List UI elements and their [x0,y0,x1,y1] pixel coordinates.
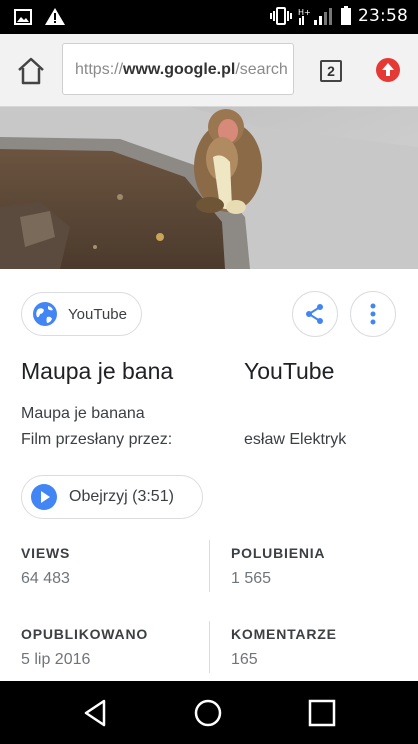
browser-toolbar: https://www.google.pl/search 2 [0,34,418,107]
video-title-source: YouTube [244,358,335,384]
globe-icon [33,302,57,326]
play-icon [31,484,57,510]
published-label: OPUBLIKOWANO [21,626,149,642]
back-icon[interactable] [80,697,112,729]
battery-icon [341,6,351,25]
share-button[interactable] [292,291,338,337]
video-thumbnail[interactable] [0,107,418,269]
vibrate-icon [270,7,292,25]
more-vert-icon [370,303,376,325]
description-title: Maupa je banana [21,405,145,422]
signal-icon: H+ [298,8,332,25]
home-nav-icon[interactable] [192,697,224,729]
watch-label: Obejrzyj (3:51) [69,488,174,505]
image-icon [14,8,32,25]
comments-label: KOMENTARZE [231,626,337,642]
home-icon[interactable] [16,56,46,86]
likes-value: 1 565 [231,570,272,587]
share-icon [306,304,323,324]
url-scheme: https:// [75,61,124,78]
url-path: /search [235,61,288,78]
likes-label: POLUBIENIA [231,545,326,561]
video-title: Maupa je bana [21,358,174,384]
warning-icon [45,8,65,25]
status-bar: H+ 23:58 [0,0,418,34]
url-host: www.google.pl [123,61,236,78]
recents-icon[interactable] [306,697,338,729]
navigation-bar [0,681,418,744]
source-label: YouTube [68,305,127,323]
views-label: VIEWS [21,545,71,561]
published-value: 5 lip 2016 [21,651,91,668]
source-chip[interactable]: YouTube [21,292,142,336]
monkey-image [0,107,418,269]
tab-switcher-button[interactable]: 2 [320,60,342,82]
watch-button[interactable]: Obejrzyj (3:51) [21,475,203,519]
views-value: 64 483 [21,570,70,587]
svg-text:H+: H+ [298,8,311,17]
stats-divider [209,621,210,673]
stats-divider [209,540,210,592]
uploaded-by-label: Film przesłany przez: [21,431,173,448]
url-bar[interactable]: https://www.google.pl/search [62,43,294,95]
clock: 23:58 [358,6,408,26]
update-icon[interactable] [376,58,400,82]
uploader-name: esław Elektryk [244,431,347,448]
more-options-button[interactable] [350,291,396,337]
comments-value: 165 [231,651,258,668]
